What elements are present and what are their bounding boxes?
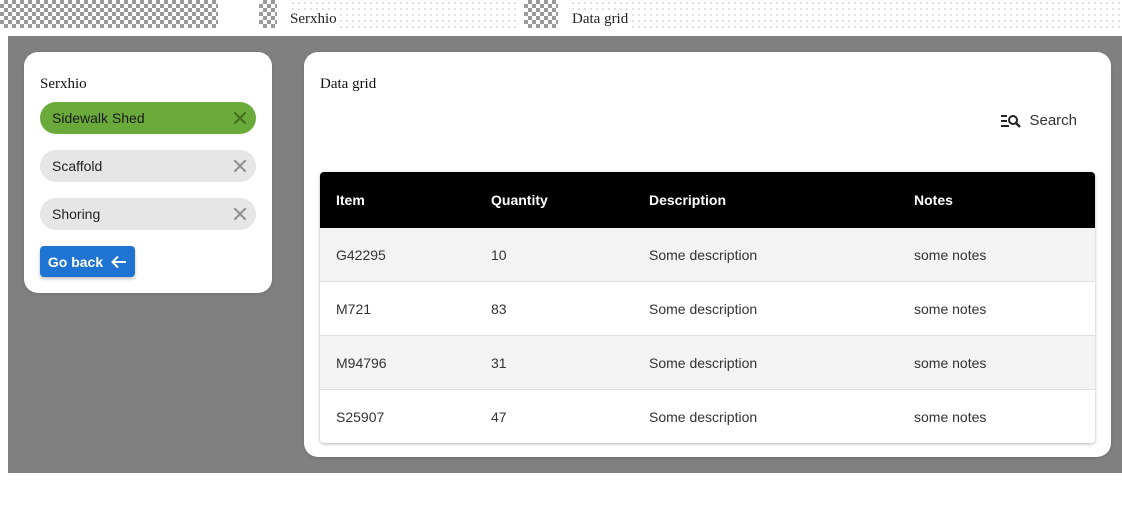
table-row[interactable]: G42295 10 Some description some notes	[320, 228, 1095, 282]
close-icon[interactable]	[232, 110, 248, 126]
go-back-label: Go back	[47, 253, 104, 270]
broken-image-placeholder	[524, 0, 558, 28]
cell-item: G42295	[336, 246, 386, 263]
app-container: Serxhio Sidewalk Shed Scaffold Shoring G…	[8, 36, 1122, 473]
dotted-background	[570, 0, 1122, 28]
close-icon[interactable]	[232, 158, 248, 174]
column-header-item[interactable]: Item	[320, 172, 475, 228]
search-label: Search	[1029, 112, 1077, 129]
column-header-description[interactable]: Description	[633, 172, 898, 228]
cell-item: M94796	[336, 354, 387, 371]
cell-quantity: 83	[491, 300, 507, 317]
broken-image-placeholder	[259, 0, 277, 28]
data-table: Item Quantity Description Notes G42295 1…	[320, 172, 1095, 443]
cell-description: Some description	[649, 354, 758, 371]
sidebar-title: Serxhio	[40, 76, 87, 92]
cell-notes: some notes	[914, 246, 987, 263]
table-body: G42295 10 Some description some notes M7…	[320, 228, 1095, 443]
cell-item: M721	[336, 300, 372, 317]
cell-description: Some description	[649, 408, 758, 425]
arrow-left-icon	[111, 255, 127, 268]
cell-notes: some notes	[914, 408, 987, 425]
cell-quantity: 31	[491, 354, 507, 371]
cell-notes: some notes	[914, 300, 987, 317]
table-row[interactable]: M721 83 Some description some notes	[320, 282, 1095, 336]
chip-sidewalk-shed[interactable]: Sidewalk Shed	[40, 102, 256, 134]
chip-label: Shoring	[52, 206, 101, 222]
cell-item: S25907	[336, 408, 385, 425]
top-image-strip: Serxhio Data grid	[0, 0, 1122, 36]
cell-quantity: 47	[491, 408, 507, 425]
table-row[interactable]: M94796 31 Some description some notes	[320, 336, 1095, 390]
column-header-quantity[interactable]: Quantity	[475, 172, 633, 228]
cell-description: Some description	[649, 300, 758, 317]
close-icon[interactable]	[232, 206, 248, 222]
column-header-notes[interactable]: Notes	[898, 172, 1095, 228]
table-header: Item Quantity Description Notes	[320, 172, 1095, 228]
grid-title: Data grid	[320, 76, 377, 92]
search-button[interactable]: Search	[1001, 112, 1077, 129]
data-grid-card: Data grid Search Item Quantity Descripti…	[304, 52, 1111, 457]
go-back-button[interactable]: Go back	[40, 246, 135, 277]
cell-description: Some description	[649, 246, 758, 263]
top-label-serxhio: Serxhio	[290, 11, 337, 28]
cell-notes: some notes	[914, 354, 987, 371]
broken-image-placeholder	[0, 0, 218, 28]
sidebar-card: Serxhio Sidewalk Shed Scaffold Shoring G…	[24, 52, 272, 293]
table-row[interactable]: S25907 47 Some description some notes	[320, 390, 1095, 443]
cell-quantity: 10	[491, 246, 507, 263]
top-label-data-grid: Data grid	[572, 11, 629, 28]
chip-shoring[interactable]: Shoring	[40, 198, 256, 230]
chip-label: Sidewalk Shed	[52, 110, 145, 126]
chip-label: Scaffold	[52, 158, 103, 174]
search-filter-icon	[1001, 114, 1022, 128]
chip-scaffold[interactable]: Scaffold	[40, 150, 256, 182]
